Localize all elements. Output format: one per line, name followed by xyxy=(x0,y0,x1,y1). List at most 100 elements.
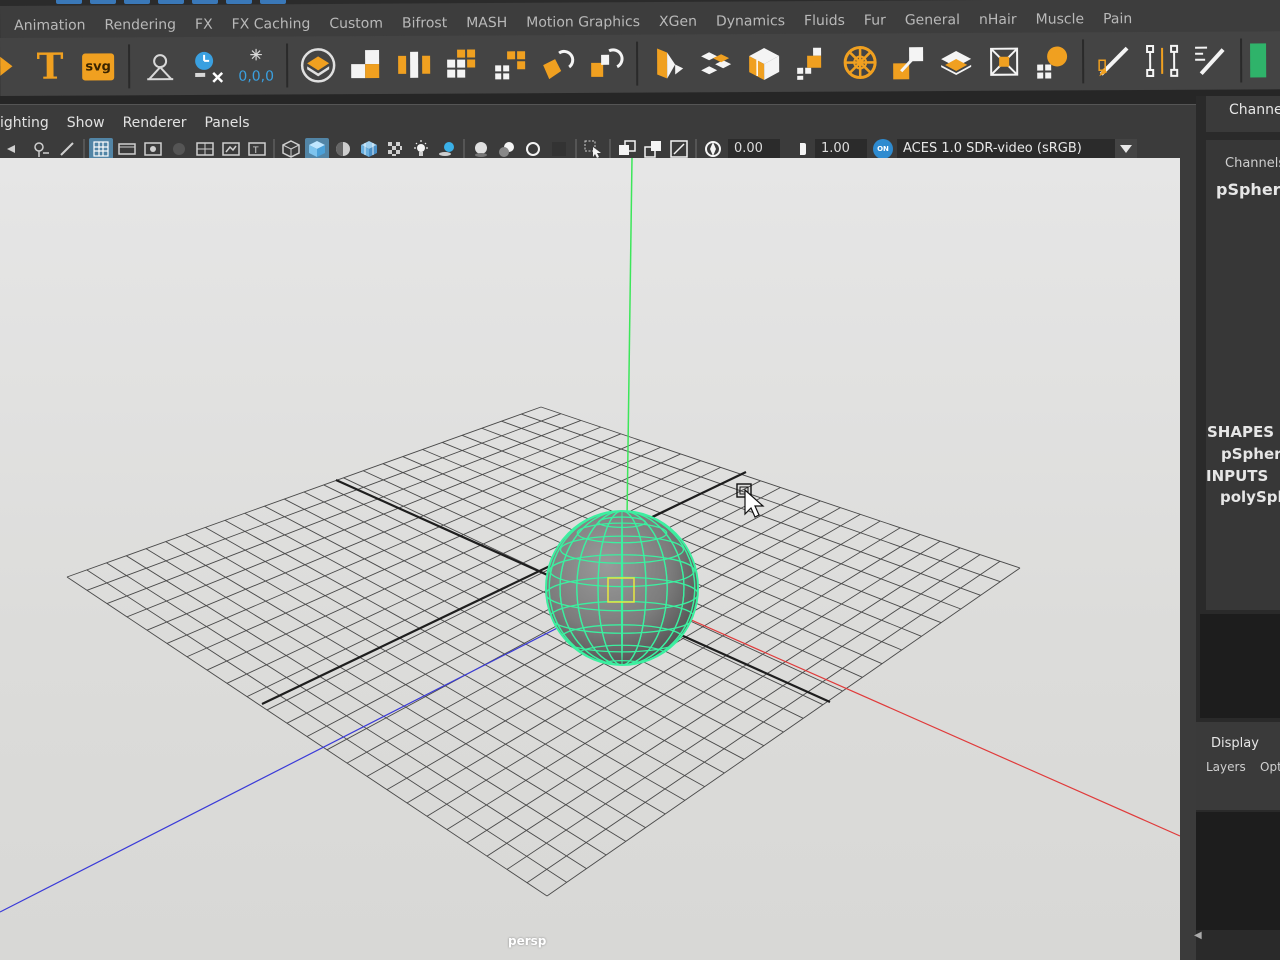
menu-lighting[interactable]: ighting xyxy=(0,115,58,131)
xray-icon[interactable] xyxy=(615,138,639,160)
shelf-tab-motion-graphics[interactable]: Motion Graphics xyxy=(522,14,655,37)
mash-rotate-icon[interactable] xyxy=(582,41,630,87)
exposure-field[interactable]: 0.00 xyxy=(728,139,780,159)
green-shelf-icon[interactable] xyxy=(1248,37,1268,83)
channel-box-title[interactable]: Channel xyxy=(1229,102,1280,118)
render-setup-icon[interactable] xyxy=(294,42,342,88)
ambient-occlusion-icon[interactable] xyxy=(469,138,493,160)
mash-dots-icon[interactable] xyxy=(1028,38,1076,84)
mash-flight-icon[interactable] xyxy=(644,40,692,86)
xray-active-icon[interactable] xyxy=(641,138,665,160)
mash-radial-icon[interactable] xyxy=(836,39,884,85)
menu-layers[interactable]: Layers xyxy=(1206,760,1246,774)
menu-options[interactable]: Opt xyxy=(1260,760,1280,774)
select-camera-icon[interactable] xyxy=(3,138,27,160)
clock-icon[interactable] xyxy=(184,43,232,89)
menu-show[interactable]: Show xyxy=(58,115,114,131)
input-node-name[interactable]: polySph xyxy=(1220,488,1280,506)
shelf-tab-general[interactable]: General xyxy=(901,12,975,34)
wireframe-icon[interactable] xyxy=(279,138,303,160)
anti-aliasing-icon[interactable] xyxy=(521,138,545,160)
shelf-separator xyxy=(128,44,131,89)
shelf-tab-bifrost[interactable]: Bifrost xyxy=(398,15,462,37)
shelf-tab-xgen[interactable]: XGen xyxy=(655,14,712,36)
menu-panels[interactable]: Panels xyxy=(195,115,258,131)
xray-joints-icon[interactable] xyxy=(667,138,691,160)
shelf-tab-custom[interactable]: Custom xyxy=(325,16,398,38)
gamma-field[interactable]: 1.00 xyxy=(815,139,867,159)
camera-attributes-icon[interactable] xyxy=(29,138,53,160)
gate-mask-icon[interactable] xyxy=(167,138,191,160)
menu-channels[interactable]: Channels xyxy=(1225,156,1280,171)
scroll-left-icon[interactable]: ◀ xyxy=(1194,930,1202,941)
shelf-separator xyxy=(636,41,639,86)
pencil-tool-icon[interactable] xyxy=(1090,38,1138,84)
shelf-tab-mash[interactable]: MASH xyxy=(462,15,522,37)
status-indicator xyxy=(192,0,218,4)
svg-icon[interactable]: svg xyxy=(74,43,122,89)
bracket-tool-icon[interactable] xyxy=(1138,38,1186,84)
mash-distribute-icon[interactable] xyxy=(390,42,438,88)
mash-grid-icon[interactable] xyxy=(438,41,486,87)
mash-random-icon[interactable] xyxy=(534,41,582,87)
color-management-toggle[interactable]: ON xyxy=(873,139,893,159)
edit-tool-icon[interactable] xyxy=(1186,38,1234,84)
maya-window: Animation Rendering FX FX Caching Custom… xyxy=(0,0,1280,960)
text-icon[interactable]: T xyxy=(26,44,74,90)
chevron-down-icon[interactable] xyxy=(1115,139,1137,159)
exposure-icon[interactable] xyxy=(701,138,725,160)
light-icon[interactable] xyxy=(409,138,433,160)
shelf-tab-rendering[interactable]: Rendering xyxy=(100,17,191,40)
tab-display[interactable]: Display xyxy=(1211,736,1259,751)
shelf-tab-dynamics[interactable]: Dynamics xyxy=(712,13,800,36)
mash-bounds-icon[interactable] xyxy=(980,39,1028,85)
mash-world-icon[interactable] xyxy=(692,40,740,86)
film-gate-icon[interactable] xyxy=(115,138,139,160)
shelf-tab-nhair[interactable]: nHair xyxy=(975,12,1032,34)
shelf-tab-paint[interactable]: Pain xyxy=(1099,11,1147,33)
safe-title-icon[interactable]: T xyxy=(245,138,269,160)
smooth-shade-icon[interactable] xyxy=(305,138,329,160)
locator-icon[interactable] xyxy=(136,43,184,89)
grid-toggle-icon[interactable] xyxy=(89,138,113,160)
shelf-tab-fur[interactable]: Fur xyxy=(860,12,901,34)
mash-network-icon[interactable] xyxy=(342,42,390,88)
toolbar-separator xyxy=(575,139,577,159)
mash-layers-icon[interactable] xyxy=(932,39,980,85)
wireframe-on-shaded-icon[interactable] xyxy=(357,138,381,160)
toolbar-separator xyxy=(609,139,611,159)
mash-transform-icon[interactable] xyxy=(884,39,932,85)
shape-node-name[interactable]: pSpher xyxy=(1221,445,1280,463)
mash-box-icon[interactable] xyxy=(740,40,788,86)
3d-viewport[interactable]: persp xyxy=(0,158,1180,960)
isolate-select-icon[interactable] xyxy=(581,138,605,160)
shelf-tab-muscle[interactable]: Muscle xyxy=(1032,11,1100,33)
mash-offset-icon[interactable] xyxy=(486,41,534,87)
bookmarks-icon[interactable] xyxy=(55,138,79,160)
svg-icon-label: svg xyxy=(82,52,114,81)
gamma-icon[interactable] xyxy=(788,138,812,160)
safe-action-icon[interactable] xyxy=(219,138,243,160)
field-chart-icon[interactable] xyxy=(193,138,217,160)
toolbar-separator xyxy=(273,139,275,159)
resolution-gate-icon[interactable] xyxy=(141,138,165,160)
mash-merge-icon[interactable] xyxy=(788,40,836,86)
text-icon-glyph: T xyxy=(36,45,64,88)
selected-object-name[interactable]: pSphere xyxy=(1216,180,1280,199)
motion-blur-icon[interactable] xyxy=(495,138,519,160)
status-indicator xyxy=(90,0,116,4)
shelf-tab-fx-caching[interactable]: FX Caching xyxy=(228,16,326,39)
textured-icon[interactable] xyxy=(383,138,407,160)
shelf-tab-fx[interactable]: FX xyxy=(191,17,228,39)
scene-canvas[interactable] xyxy=(0,158,1180,960)
move-tool-icon[interactable] xyxy=(0,44,26,90)
shelf-tab-fluids[interactable]: Fluids xyxy=(800,13,860,35)
view-transform-dropdown[interactable]: ACES 1.0 SDR-video (sRGB) xyxy=(897,139,1137,159)
sphere-object[interactable] xyxy=(545,510,699,671)
shadows-icon[interactable] xyxy=(435,138,459,160)
menu-renderer[interactable]: Renderer xyxy=(114,115,196,131)
depth-of-field-icon[interactable] xyxy=(547,138,571,160)
origin-icon[interactable]: 0,0,0 xyxy=(232,43,280,89)
default-material-icon[interactable] xyxy=(331,138,355,160)
ground-grid xyxy=(66,406,1021,897)
